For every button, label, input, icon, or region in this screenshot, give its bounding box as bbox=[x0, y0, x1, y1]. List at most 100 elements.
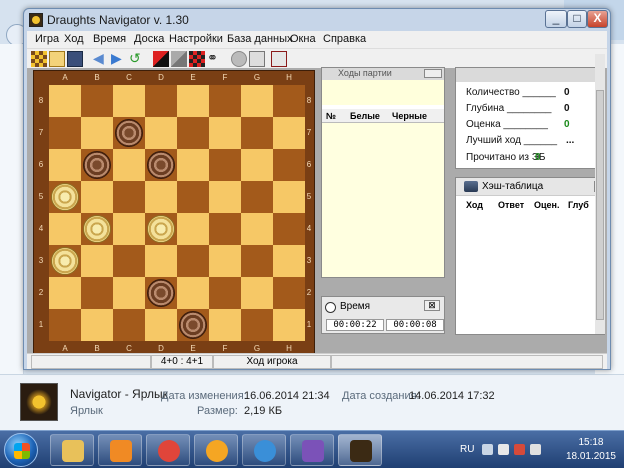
minimize-button[interactable]: _ bbox=[545, 10, 567, 28]
menu-item-6[interactable]: Окна bbox=[290, 33, 316, 45]
square-g6[interactable] bbox=[241, 149, 273, 181]
square-a8[interactable] bbox=[49, 85, 81, 117]
black-piece-c7[interactable] bbox=[115, 119, 143, 147]
square-g8[interactable] bbox=[241, 85, 273, 117]
vertical-scrollbar[interactable] bbox=[595, 54, 605, 334]
taskbar-draughts-navigator[interactable] bbox=[338, 434, 382, 466]
square-b5[interactable] bbox=[81, 181, 113, 213]
square-a4[interactable] bbox=[49, 213, 81, 245]
square-f8[interactable] bbox=[209, 85, 241, 117]
tray-arrow-icon[interactable] bbox=[482, 444, 493, 455]
flag-icon[interactable] bbox=[171, 51, 187, 67]
square-b1[interactable] bbox=[81, 309, 113, 341]
taskbar-explorer[interactable] bbox=[50, 434, 94, 466]
square-c2[interactable] bbox=[113, 277, 145, 309]
menu-item-1[interactable]: Ход bbox=[64, 33, 84, 45]
square-c1[interactable] bbox=[113, 309, 145, 341]
scrollbar-thumb[interactable] bbox=[596, 90, 604, 320]
taskbar-chrome[interactable] bbox=[146, 434, 190, 466]
language-indicator[interactable]: RU bbox=[460, 444, 474, 455]
arrow-right-icon[interactable]: ▶ bbox=[111, 51, 127, 67]
menu-item-3[interactable]: Доска bbox=[134, 33, 164, 45]
square-h5[interactable] bbox=[273, 181, 305, 213]
square-b8[interactable] bbox=[81, 85, 113, 117]
square-b7[interactable] bbox=[81, 117, 113, 149]
square-b2[interactable] bbox=[81, 277, 113, 309]
square-g1[interactable] bbox=[241, 309, 273, 341]
settings-icon[interactable] bbox=[249, 51, 265, 67]
square-c3[interactable] bbox=[113, 245, 145, 277]
square-c5[interactable] bbox=[113, 181, 145, 213]
black-piece-b6[interactable] bbox=[83, 151, 111, 179]
square-c8[interactable] bbox=[113, 85, 145, 117]
draughts-board[interactable] bbox=[49, 85, 305, 341]
moves-list[interactable] bbox=[322, 123, 444, 277]
volume-icon[interactable] bbox=[530, 444, 541, 455]
square-e8[interactable] bbox=[177, 85, 209, 117]
square-f4[interactable] bbox=[209, 213, 241, 245]
square-g2[interactable] bbox=[241, 277, 273, 309]
white-piece-d4[interactable] bbox=[147, 215, 175, 243]
square-g7[interactable] bbox=[241, 117, 273, 149]
square-f3[interactable] bbox=[209, 245, 241, 277]
square-h1[interactable] bbox=[273, 309, 305, 341]
black-piece-d6[interactable] bbox=[147, 151, 175, 179]
square-g5[interactable] bbox=[241, 181, 273, 213]
square-d3[interactable] bbox=[145, 245, 177, 277]
square-e2[interactable] bbox=[177, 277, 209, 309]
taskbar-visual-studio[interactable] bbox=[290, 434, 334, 466]
square-a7[interactable] bbox=[49, 117, 81, 149]
square-h4[interactable] bbox=[273, 213, 305, 245]
square-d8[interactable] bbox=[145, 85, 177, 117]
menu-item-5[interactable]: База данных bbox=[227, 33, 293, 45]
clock[interactable]: 15:18 18.01.2015 bbox=[566, 436, 616, 464]
moves-panel-button[interactable] bbox=[424, 69, 442, 78]
square-h7[interactable] bbox=[273, 117, 305, 149]
square-d5[interactable] bbox=[145, 181, 177, 213]
square-e4[interactable] bbox=[177, 213, 209, 245]
square-g4[interactable] bbox=[241, 213, 273, 245]
play-red-icon[interactable] bbox=[153, 51, 169, 67]
square-e5[interactable] bbox=[177, 181, 209, 213]
arrow-left-icon[interactable]: ◀ bbox=[93, 51, 109, 67]
square-c4[interactable] bbox=[113, 213, 145, 245]
square-f7[interactable] bbox=[209, 117, 241, 149]
square-f1[interactable] bbox=[209, 309, 241, 341]
board-icon[interactable] bbox=[189, 51, 205, 67]
network-icon[interactable] bbox=[514, 444, 525, 455]
square-d1[interactable] bbox=[145, 309, 177, 341]
save-icon[interactable] bbox=[67, 51, 83, 67]
square-e3[interactable] bbox=[177, 245, 209, 277]
maximize-button[interactable]: □ bbox=[567, 10, 587, 28]
taskbar-internet-explorer[interactable] bbox=[242, 434, 286, 466]
square-f2[interactable] bbox=[209, 277, 241, 309]
square-e6[interactable] bbox=[177, 149, 209, 181]
square-d7[interactable] bbox=[145, 117, 177, 149]
black-piece-d2[interactable] bbox=[147, 279, 175, 307]
close-button[interactable]: X bbox=[587, 10, 608, 28]
square-b3[interactable] bbox=[81, 245, 113, 277]
square-h2[interactable] bbox=[273, 277, 305, 309]
action-center-icon[interactable] bbox=[498, 444, 509, 455]
square-a6[interactable] bbox=[49, 149, 81, 181]
white-piece-b4[interactable] bbox=[83, 215, 111, 243]
help-book-icon[interactable] bbox=[271, 51, 287, 67]
taskbar-media-player[interactable] bbox=[98, 434, 142, 466]
binoculars-icon[interactable]: ⚭ bbox=[207, 51, 223, 67]
square-h6[interactable] bbox=[273, 149, 305, 181]
square-h3[interactable] bbox=[273, 245, 305, 277]
white-piece-a3[interactable] bbox=[51, 247, 79, 275]
square-f5[interactable] bbox=[209, 181, 241, 213]
menu-item-2[interactable]: Время bbox=[93, 33, 126, 45]
square-f6[interactable] bbox=[209, 149, 241, 181]
square-e7[interactable] bbox=[177, 117, 209, 149]
stop-icon[interactable] bbox=[231, 51, 247, 67]
white-piece-a5[interactable] bbox=[51, 183, 79, 211]
time-panel-close-button[interactable]: ⊠ bbox=[424, 300, 440, 311]
menu-item-7[interactable]: Справка bbox=[323, 33, 366, 45]
square-g3[interactable] bbox=[241, 245, 273, 277]
square-h8[interactable] bbox=[273, 85, 305, 117]
black-piece-e1[interactable] bbox=[179, 311, 207, 339]
square-a1[interactable] bbox=[49, 309, 81, 341]
start-button[interactable] bbox=[4, 433, 38, 467]
